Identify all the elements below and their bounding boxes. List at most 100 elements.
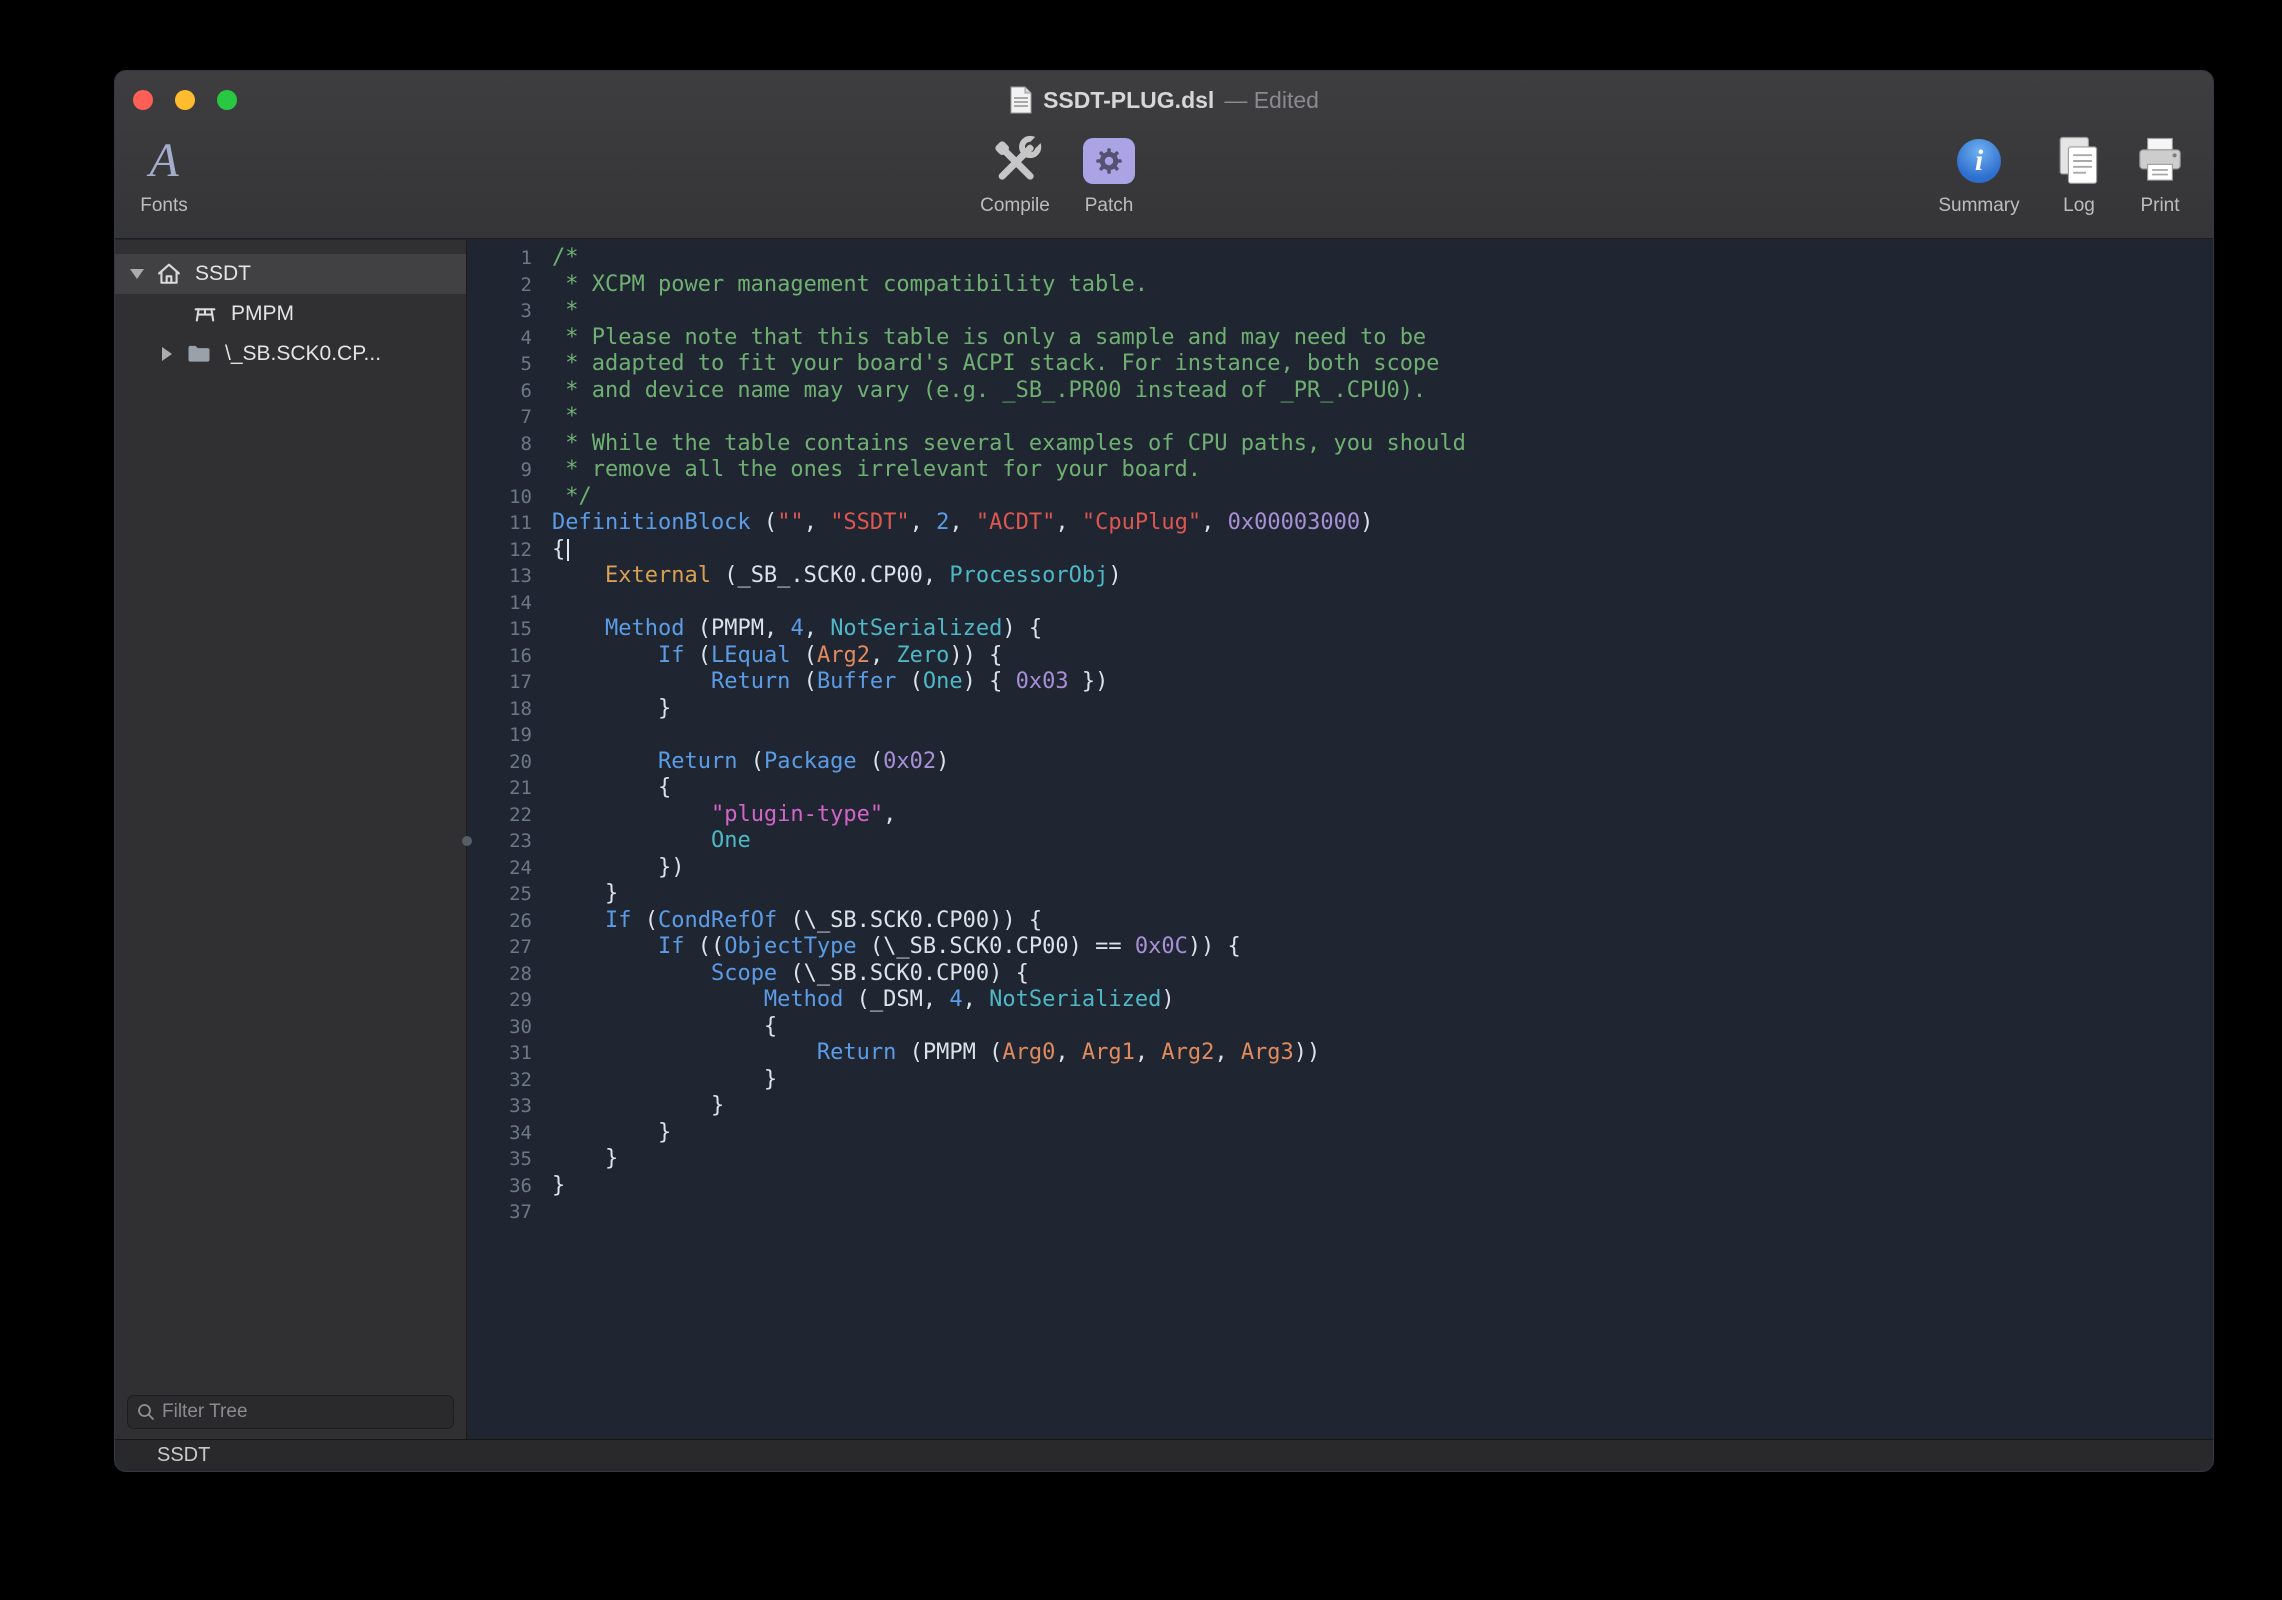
- line-number: 20: [468, 749, 532, 776]
- sidebar-item-pmpm[interactable]: PMPM: [115, 294, 466, 334]
- code-line: 37: [468, 1199, 2213, 1226]
- sidebar-item-label: PMPM: [231, 302, 294, 326]
- line-number: 35: [468, 1146, 532, 1173]
- search-icon: [136, 1402, 156, 1422]
- fonts-icon: A: [149, 137, 178, 185]
- maciasl-window: SSDT-PLUG.dsl — Edited A Fonts Compile: [114, 70, 2214, 1472]
- code-line: 28 Scope (\_SB.SCK0.CP00) {: [468, 961, 2213, 988]
- line-number: 2: [468, 272, 532, 299]
- status-bar: SSDT: [115, 1439, 2213, 1471]
- line-number: 27: [468, 934, 532, 961]
- splitter-handle[interactable]: [462, 836, 472, 846]
- code-line: 15 Method (PMPM, 4, NotSerialized) {: [468, 616, 2213, 643]
- summary-label: Summary: [1938, 195, 2019, 217]
- line-number: 23: [468, 828, 532, 855]
- line-number: 18: [468, 696, 532, 723]
- line-number: 31: [468, 1040, 532, 1067]
- document-icon: [1009, 86, 1033, 114]
- line-number: 22: [468, 802, 532, 829]
- line-number: 4: [468, 325, 532, 352]
- code-line: 24 }): [468, 855, 2213, 882]
- print-label: Print: [2140, 195, 2179, 217]
- code-line: 9 * remove all the ones irrelevant for y…: [468, 457, 2213, 484]
- code-line: 16 If (LEqual (Arg2, Zero)) {: [468, 643, 2213, 670]
- code-line: 17 Return (Buffer (One) { 0x03 }): [468, 669, 2213, 696]
- disclosure-collapsed-icon[interactable]: [162, 347, 172, 361]
- compile-label: Compile: [980, 195, 1050, 217]
- line-number: 12: [468, 537, 532, 564]
- line-number: 25: [468, 881, 532, 908]
- house-icon: [149, 260, 189, 288]
- line-number: 17: [468, 669, 532, 696]
- line-number: 33: [468, 1093, 532, 1120]
- sidebar-tree: SSDT PMPM: [115, 240, 467, 1441]
- patch-bench-icon: [185, 300, 225, 328]
- code-line: 36}: [468, 1173, 2213, 1200]
- line-number: 36: [468, 1173, 532, 1200]
- code-line: 3 *: [468, 298, 2213, 325]
- code-line: 35 }: [468, 1146, 2213, 1173]
- code-line: 1/*: [468, 245, 2213, 272]
- line-number: 21: [468, 775, 532, 802]
- line-number: 9: [468, 457, 532, 484]
- code-lines: 1/*2 * XCPM power management compatibili…: [468, 245, 2213, 1226]
- text-caret: [567, 539, 569, 561]
- log-label: Log: [2063, 195, 2095, 217]
- sidebar-item-label: SSDT: [195, 262, 251, 286]
- line-number: 26: [468, 908, 532, 935]
- line-number: 10: [468, 484, 532, 511]
- code-line: 19: [468, 722, 2213, 749]
- code-line: 10 */: [468, 484, 2213, 511]
- sidebar-item-sb-sck0[interactable]: \_SB.SCK0.CP...: [115, 334, 466, 374]
- code-line: 32 }: [468, 1067, 2213, 1094]
- line-number: 37: [468, 1199, 532, 1226]
- filter-field: [127, 1395, 454, 1429]
- code-line: 6 * and device name may vary (e.g. _SB_.…: [468, 378, 2213, 405]
- fonts-button[interactable]: A Fonts: [119, 131, 209, 217]
- title-bar: SSDT-PLUG.dsl — Edited: [115, 71, 2213, 129]
- code-line: 29 Method (_DSM, 4, NotSerialized): [468, 987, 2213, 1014]
- line-number: 34: [468, 1120, 532, 1147]
- code-editor[interactable]: 1/*2 * XCPM power management compatibili…: [468, 240, 2213, 1441]
- window-title-suffix: — Edited: [1224, 87, 1319, 114]
- sidebar-item-ssdt[interactable]: SSDT: [115, 254, 466, 294]
- compile-button[interactable]: Compile: [970, 131, 1060, 217]
- code-line: 18 }: [468, 696, 2213, 723]
- line-number: 32: [468, 1067, 532, 1094]
- code-line: 14: [468, 590, 2213, 617]
- line-number: 16: [468, 643, 532, 670]
- code-line: 12{: [468, 537, 2213, 564]
- code-line: 25 }: [468, 881, 2213, 908]
- code-line: 4 * Please note that this table is only …: [468, 325, 2213, 352]
- code-line: 20 Return (Package (0x02): [468, 749, 2213, 776]
- line-number: 6: [468, 378, 532, 405]
- line-number: 1: [468, 245, 532, 272]
- sidebar-item-label: \_SB.SCK0.CP...: [225, 342, 381, 366]
- line-number: 5: [468, 351, 532, 378]
- disclosure-expanded-icon[interactable]: [130, 269, 144, 279]
- code-line: 23 One: [468, 828, 2213, 855]
- patch-button[interactable]: Patch: [1064, 131, 1154, 217]
- folder-icon: [179, 340, 219, 368]
- patch-label: Patch: [1085, 195, 1134, 217]
- printer-icon: [2133, 136, 2187, 186]
- code-line: 33 }: [468, 1093, 2213, 1120]
- print-button[interactable]: Print: [2115, 131, 2205, 217]
- line-number: 8: [468, 431, 532, 458]
- line-number: 29: [468, 987, 532, 1014]
- code-line: 2 * XCPM power management compatibility …: [468, 272, 2213, 299]
- code-line: 21 {: [468, 775, 2213, 802]
- code-line: 8 * While the table contains several exa…: [468, 431, 2213, 458]
- line-number: 3: [468, 298, 532, 325]
- fonts-label: Fonts: [140, 195, 188, 217]
- code-line: 31 Return (PMPM (Arg0, Arg1, Arg2, Arg3)…: [468, 1040, 2213, 1067]
- line-number: 15: [468, 616, 532, 643]
- log-button[interactable]: Log: [2034, 131, 2124, 217]
- code-line: 22 "plugin-type",: [468, 802, 2213, 829]
- summary-button[interactable]: i Summary: [1934, 131, 2024, 217]
- content-area: SSDT PMPM: [115, 240, 2213, 1441]
- filter-tree-input[interactable]: [162, 1401, 445, 1423]
- code-line: 30 {: [468, 1014, 2213, 1041]
- line-number: 28: [468, 961, 532, 988]
- window-header: SSDT-PLUG.dsl — Edited A Fonts Compile: [115, 71, 2213, 239]
